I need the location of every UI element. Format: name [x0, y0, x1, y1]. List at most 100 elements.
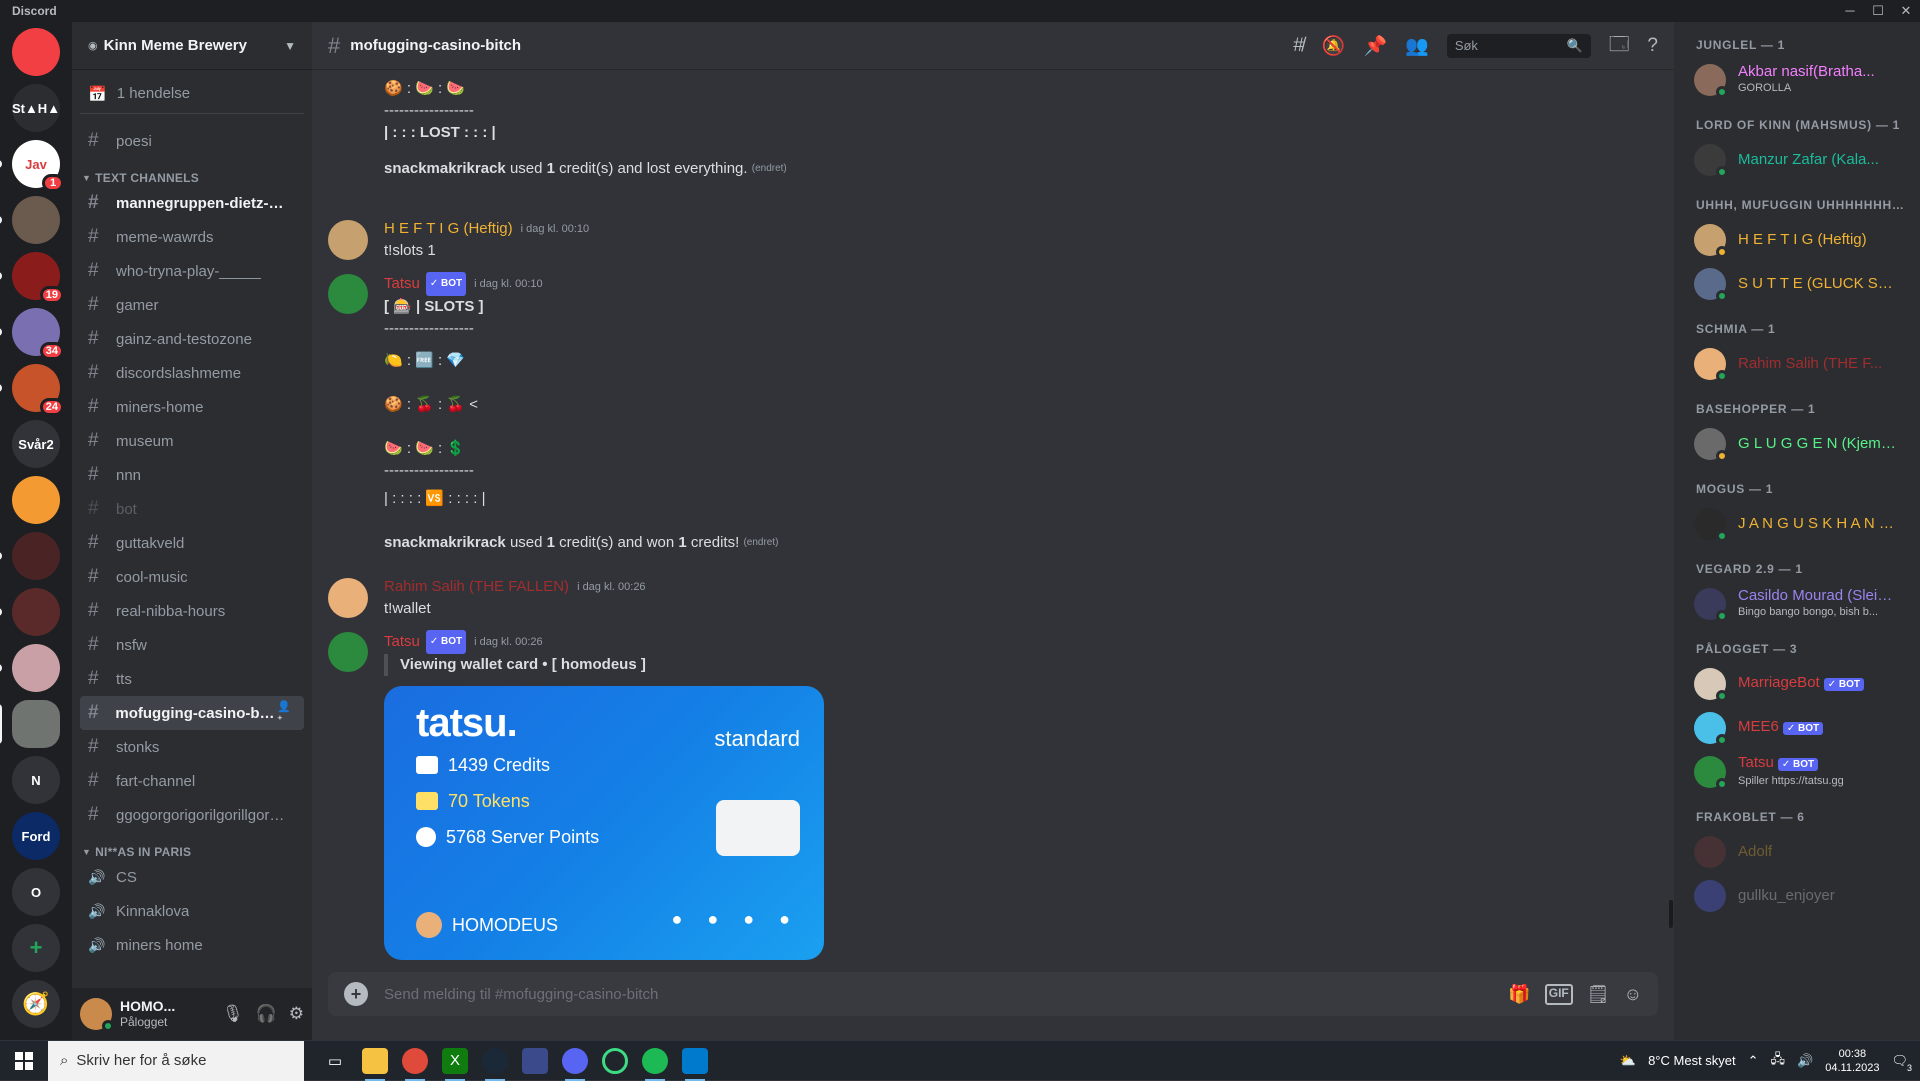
message-author[interactable]: Tatsu	[384, 273, 420, 295]
gif-icon[interactable]: GIF	[1544, 983, 1573, 1005]
pin-icon[interactable]: 📌	[1363, 34, 1387, 58]
network-icon[interactable]: 🖧	[1771, 1050, 1786, 1072]
server-o[interactable]: O	[12, 868, 60, 916]
guild-header[interactable]: ◉ Kinn Meme Brewery ▼	[72, 22, 312, 70]
speaker-icon[interactable]: 🔊	[1797, 1053, 1813, 1069]
message-author[interactable]: H E F T I G (Heftig)	[384, 218, 513, 240]
steam-icon[interactable]	[482, 1047, 508, 1081]
server-java[interactable]: Jav 1	[0, 140, 64, 192]
server-svar2[interactable]: Svår2	[12, 420, 60, 468]
add-server-button[interactable]: +	[12, 924, 60, 972]
members-icon[interactable]: 👥	[1405, 34, 1429, 58]
member-item[interactable]: H E F T I G (Heftig)	[1686, 218, 1912, 262]
avatar[interactable]	[328, 578, 368, 618]
member-item[interactable]: MarriageBot ✓ BOT	[1686, 662, 1912, 706]
member-item[interactable]: MEE6 ✓ BOT	[1686, 706, 1912, 750]
channel-nnn[interactable]: # nnn	[80, 458, 304, 492]
member-item[interactable]: Tatsu ✓ BOT Spiller https://tatsu.gg	[1686, 750, 1912, 794]
app-icon[interactable]	[522, 1047, 548, 1074]
spotify-icon[interactable]	[642, 1047, 668, 1081]
channel-poesi[interactable]: # poesi	[80, 124, 304, 158]
server-pink[interactable]	[0, 644, 60, 692]
events-item[interactable]: 📅 1 hendelse	[80, 78, 304, 114]
channel-kinnaklova[interactable]: 🔊 Kinnaklova	[80, 894, 304, 928]
server-tekken[interactable]: 19	[0, 252, 64, 304]
server-dark-face[interactable]	[0, 532, 60, 580]
channel-fart-channel[interactable]: # fart-channel	[80, 764, 304, 798]
chevron-up-icon[interactable]: ⌃	[1748, 1053, 1759, 1069]
member-item[interactable]: Casildo Mourad (Sleip... Bingo bango bong…	[1686, 582, 1912, 626]
category-header[interactable]: ▼ NI**AS IN PARIS	[80, 832, 304, 860]
vscode-icon[interactable]	[682, 1047, 708, 1081]
chat-scrollbar[interactable]	[1669, 84, 1673, 964]
avatar[interactable]	[328, 220, 368, 260]
minimize-button[interactable]: ─	[1836, 3, 1864, 19]
channel-miners-home[interactable]: # miners-home	[80, 390, 304, 424]
server-rat[interactable]	[0, 196, 60, 244]
taskbar-search[interactable]: ⌕ Skriv her for å søke	[48, 1040, 304, 1081]
headphones-icon[interactable]: 🎧	[256, 1004, 277, 1024]
notification-icon[interactable]: 🗨 3	[1891, 1053, 1912, 1073]
chrome-icon[interactable]	[402, 1047, 428, 1081]
member-item[interactable]: G L U G G E N (Kjemp...	[1686, 422, 1912, 466]
channel-miners-home[interactable]: 🔊 miners home	[80, 928, 304, 962]
member-item[interactable]: gullku_enjoyer	[1686, 874, 1912, 918]
member-item[interactable]: Akbar nasif(Bratha... GOROLLA	[1686, 58, 1912, 102]
avatar[interactable]	[328, 632, 368, 672]
weather-icon[interactable]: ⛅	[1620, 1053, 1636, 1069]
channel-who-tryna-play-[interactable]: # who-tryna-play-_____	[80, 254, 304, 288]
channel-tts[interactable]: # tts	[80, 662, 304, 696]
channel-meme-wawrds[interactable]: # meme-wawrds	[80, 220, 304, 254]
message-author[interactable]: Rahim Salih (THE FALLEN)	[384, 576, 569, 598]
close-button[interactable]: ✕	[1892, 3, 1920, 19]
member-item[interactable]: Manzur Zafar (Kala...	[1686, 138, 1912, 182]
help-icon[interactable]: ?	[1647, 35, 1658, 57]
explore-button[interactable]: 🧭	[12, 980, 60, 1028]
channel-guttakveld[interactable]: # guttakveld	[80, 526, 304, 560]
category-header[interactable]: ▼ TEXT CHANNELS	[80, 158, 304, 186]
maximize-button[interactable]: ☐	[1864, 3, 1892, 19]
channel-nsfw[interactable]: # nsfw	[80, 628, 304, 662]
add-member-icon[interactable]: 👤⁺	[277, 700, 296, 726]
clock[interactable]: 00:38 04.11.2023	[1825, 1047, 1879, 1075]
server-staha[interactable]: St▲H▲	[12, 84, 60, 132]
microphone-icon[interactable]: 🎙	[222, 1004, 244, 1024]
channel-bot[interactable]: # bot	[80, 492, 304, 526]
channel-ggogorgorigorilgorillgorilla[interactable]: # ggogorgorigorilgorillgorilla	[80, 798, 304, 832]
server-ford[interactable]: Ford	[12, 812, 60, 860]
server-face[interactable]: 34	[0, 308, 64, 360]
search-input[interactable]: Søk 🔍	[1446, 33, 1591, 58]
xbox-icon[interactable]: X	[442, 1047, 468, 1081]
wallet-card[interactable]: tatsu. standard 1439 Credits 70 Tokens 5…	[384, 686, 824, 960]
server-fire[interactable]: 24	[0, 364, 64, 416]
scrollbar-thumb[interactable]	[1669, 900, 1673, 928]
channel-stonks[interactable]: # stonks	[80, 730, 304, 764]
channel-mannegruppen-dietz-nuts[interactable]: # mannegruppen-dietz-nuts	[80, 186, 304, 220]
member-item[interactable]: Adolf	[1686, 830, 1912, 874]
member-item[interactable]: Rahim Salih (THE F...	[1686, 342, 1912, 386]
message-author[interactable]: Tatsu	[384, 631, 420, 653]
server-n[interactable]: N	[12, 756, 60, 804]
inbox-icon[interactable]: 🗔	[1609, 30, 1630, 62]
plus-icon[interactable]: +	[344, 982, 368, 1006]
channel-gamer[interactable]: # gamer	[80, 288, 304, 322]
channel-cool-music[interactable]: # cool-music	[80, 560, 304, 594]
channel-real-nibba-hours[interactable]: # real-nibba-hours	[80, 594, 304, 628]
file-explorer-icon[interactable]	[362, 1047, 388, 1081]
channel-mofugging-casino-bit-[interactable]: # mofugging-casino-bit... 👤⁺	[80, 696, 304, 730]
circle-app-icon[interactable]	[602, 1047, 628, 1074]
task-view-icon[interactable]: ▭	[322, 1048, 348, 1074]
start-button[interactable]	[0, 1051, 48, 1070]
gift-icon[interactable]: 🎁	[1508, 984, 1530, 1005]
emoji-icon[interactable]: ☺	[1624, 984, 1642, 1005]
member-item[interactable]: J A N G U S K H A N B(...	[1686, 502, 1912, 546]
sticker-icon[interactable]: 🗒	[1587, 984, 1610, 1005]
avatar[interactable]	[328, 274, 368, 314]
bell-muted-icon[interactable]: 🔕	[1322, 34, 1346, 58]
channel-gainz-and-testozone[interactable]: # gainz-and-testozone	[80, 322, 304, 356]
channel-discordslashmeme[interactable]: # discordslashmeme	[80, 356, 304, 390]
discord-home[interactable]	[12, 28, 60, 76]
discord-icon[interactable]	[562, 1047, 588, 1081]
member-item[interactable]: S U T T E (GLUCK SLU...	[1686, 262, 1912, 306]
weather-text[interactable]: 8°C Mest skyet	[1648, 1053, 1736, 1068]
